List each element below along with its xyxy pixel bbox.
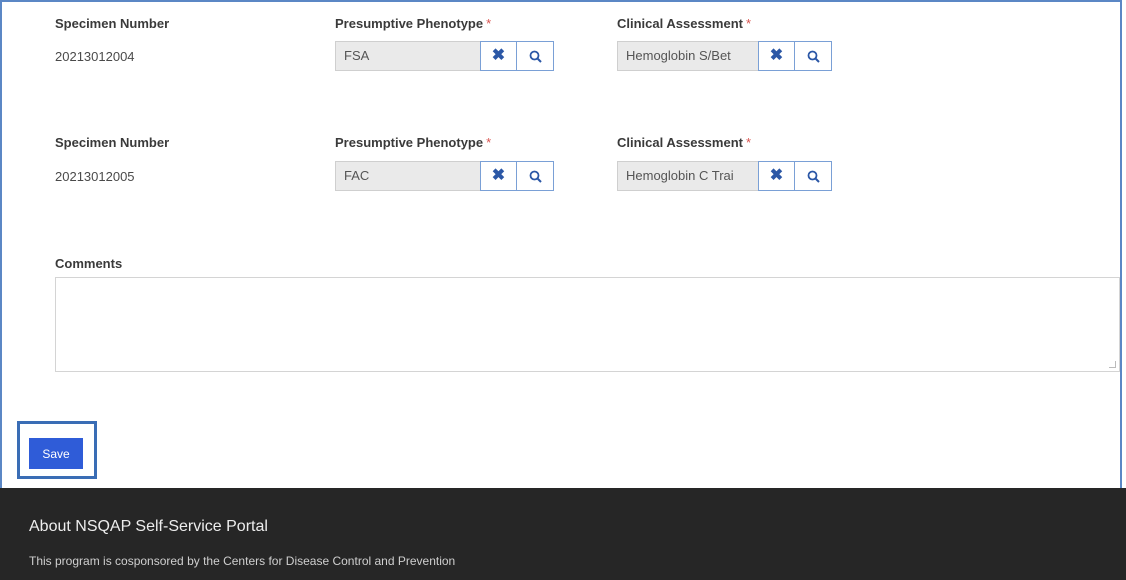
required-marker: * [486, 135, 492, 150]
clear-button[interactable]: ✖ [480, 41, 517, 71]
close-icon: ✖ [491, 47, 506, 64]
specimen-number-label: Specimen Number [55, 16, 170, 31]
clinical-assessment-field[interactable]: Hemoglobin C Trai [617, 161, 758, 191]
presumptive-phenotype-lookup: FAC ✖ [335, 161, 554, 191]
presumptive-phenotype-field[interactable]: FAC [335, 161, 480, 191]
close-icon: ✖ [491, 167, 506, 184]
footer-text: This program is cosponsored by the Cente… [29, 554, 456, 568]
required-marker: * [745, 16, 752, 31]
specimen-number-value: 20213012004 [55, 49, 135, 64]
resize-handle-icon[interactable] [1109, 361, 1116, 368]
search-icon [529, 170, 542, 183]
footer-title: About NSQAP Self-Service Portal [29, 518, 268, 535]
close-icon: ✖ [769, 167, 784, 184]
clinical-assessment-lookup: Hemoglobin C Trai ✖ [617, 161, 832, 191]
clinical-assessment-field[interactable]: Hemoglobin S/Bet [617, 41, 758, 71]
required-marker: * [486, 16, 492, 31]
lookup-button[interactable] [517, 161, 554, 191]
lookup-button[interactable] [795, 161, 832, 191]
save-button[interactable]: Save [29, 438, 83, 469]
close-icon: ✖ [769, 47, 784, 64]
clear-button[interactable]: ✖ [758, 161, 795, 191]
footer: About NSQAP Self-Service Portal This pro… [0, 488, 1126, 580]
presumptive-phenotype-label: Presumptive Phenotype * [335, 135, 492, 150]
specimen-number-value: 20213012005 [55, 169, 135, 184]
comments-textarea[interactable] [55, 277, 1120, 372]
presumptive-phenotype-lookup: FSA ✖ [335, 41, 554, 71]
lookup-button[interactable] [517, 41, 554, 71]
search-icon [807, 50, 820, 63]
required-marker: * [745, 135, 752, 150]
clinical-assessment-label: Clinical Assessment * [617, 16, 752, 31]
form-panel [0, 0, 1122, 488]
clinical-assessment-label: Clinical Assessment * [617, 135, 752, 150]
comments-label: Comments [55, 256, 123, 271]
lookup-button[interactable] [795, 41, 832, 71]
clear-button[interactable]: ✖ [480, 161, 517, 191]
search-icon [807, 170, 820, 183]
specimen-number-label: Specimen Number [55, 135, 170, 150]
presumptive-phenotype-field[interactable]: FSA [335, 41, 480, 71]
clinical-assessment-lookup: Hemoglobin S/Bet ✖ [617, 41, 832, 71]
clear-button[interactable]: ✖ [758, 41, 795, 71]
presumptive-phenotype-label: Presumptive Phenotype * [335, 16, 492, 31]
search-icon [529, 50, 542, 63]
